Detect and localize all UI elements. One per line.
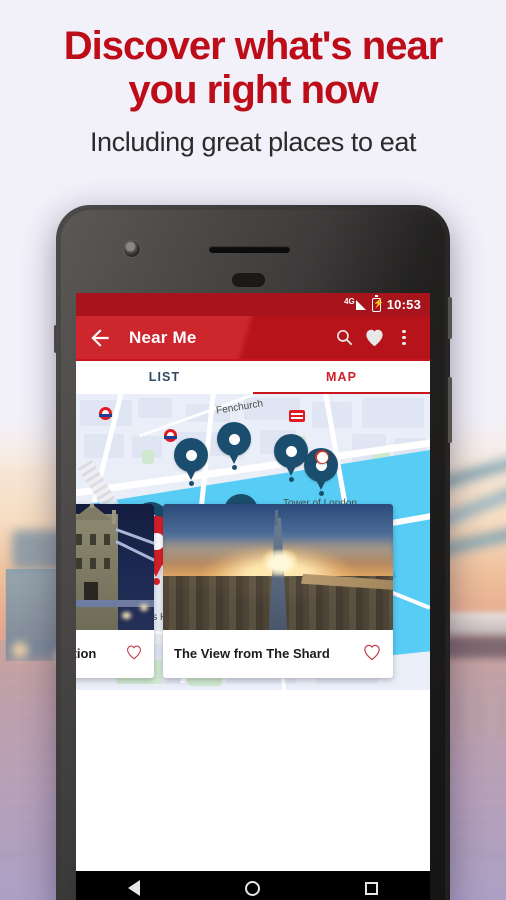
sim-tray [54, 325, 57, 353]
headline-line-2: you right now [128, 68, 378, 112]
front-camera-icon [124, 241, 140, 257]
signal-triangle [355, 299, 366, 310]
status-bar: 4G 10:53 [76, 293, 430, 316]
nav-home-circle-icon[interactable] [244, 880, 260, 896]
tab-map[interactable]: MAP [253, 359, 430, 394]
volume-button[interactable] [448, 377, 452, 443]
place-card-title: bition [76, 646, 97, 661]
page-title: Near Me [129, 327, 197, 347]
place-card-title: The View from The Shard [174, 646, 330, 661]
power-button[interactable] [448, 297, 452, 339]
earpiece-speaker [209, 246, 290, 253]
headline-line-1: Discover what's near [63, 24, 444, 68]
place-card-image [76, 504, 154, 630]
place-card-body: The View from The Shard [163, 630, 393, 678]
signal-bars-icon: 4G [344, 296, 366, 310]
heart-outline-icon[interactable] [125, 644, 143, 665]
nav-back-triangle-icon[interactable] [128, 880, 141, 896]
arrow-back-icon[interactable] [87, 325, 113, 351]
nav-recents-square-icon[interactable] [364, 881, 378, 895]
map-view[interactable]: Fenchurch Tower of London London Bridge … [76, 394, 430, 690]
battery-charging-icon [371, 295, 384, 312]
proximity-sensor [232, 273, 265, 287]
map-pin[interactable] [217, 422, 251, 470]
phone-mockup: 4G 10:53 Near Me LIST MAP [54, 205, 452, 900]
heart-filled-icon[interactable] [359, 323, 389, 353]
place-card[interactable]: bition [76, 504, 154, 678]
app-bar: Near Me [76, 316, 430, 359]
android-navigation-bar [76, 871, 430, 900]
view-tabs: LIST MAP [76, 359, 430, 394]
tab-list[interactable]: LIST [76, 359, 253, 394]
search-icon[interactable] [329, 323, 359, 353]
national-rail-icon [289, 410, 305, 422]
network-type-label: 4G [344, 296, 355, 306]
overflow-menu-icon[interactable] [389, 323, 419, 353]
sub-headline: Including great places to eat [89, 127, 417, 157]
status-bar-clock: 10:53 [386, 297, 421, 312]
map-pin[interactable] [303, 442, 337, 464]
tube-station-icon [99, 407, 112, 420]
place-card-carousel[interactable]: bition [76, 504, 430, 690]
map-pin[interactable] [174, 438, 208, 486]
place-card-body: bition [76, 630, 154, 678]
promo-text-block: Discover what's near you right now Inclu… [0, 24, 506, 158]
place-card[interactable]: The View from The Shard [163, 504, 393, 678]
heart-outline-icon[interactable] [362, 643, 382, 666]
place-card-image [163, 504, 393, 630]
phone-screen: 4G 10:53 Near Me LIST MAP [76, 293, 430, 900]
